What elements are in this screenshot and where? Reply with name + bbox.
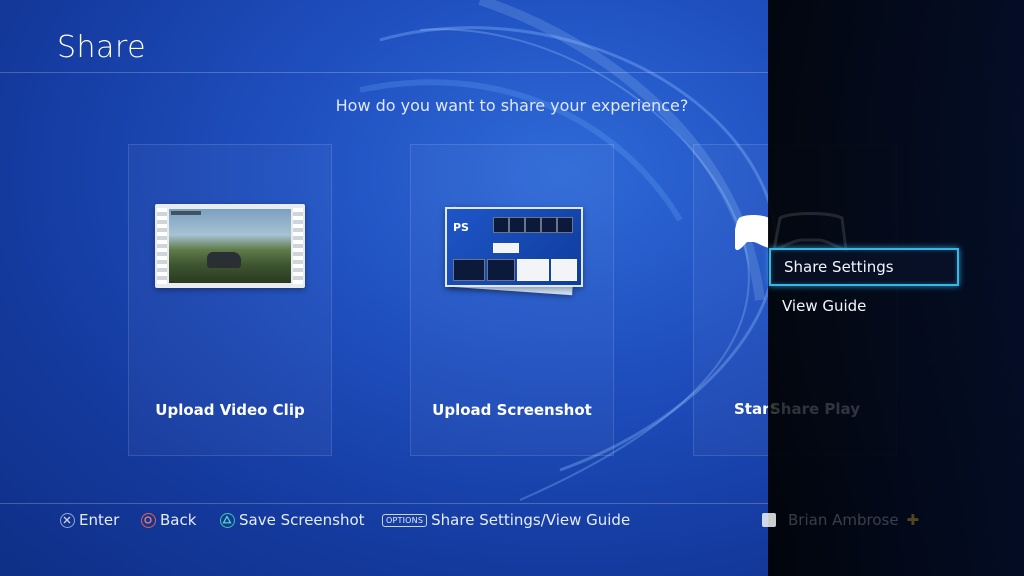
menu-item-view-guide[interactable]: View Guide [769, 287, 959, 325]
hint-enter-label: Enter [79, 511, 120, 529]
hint-options-label: Share Settings/View Guide [431, 511, 631, 529]
video-frame [169, 209, 291, 283]
triangle-button-icon [220, 512, 235, 528]
upload-screenshot-card[interactable]: PS Upload Screenshot [410, 144, 614, 456]
playstation-logo-icon: PS [453, 221, 469, 234]
film-perforation-right [293, 208, 303, 284]
car-graphic [207, 252, 241, 268]
user-info: Brian Ambrose ✚ [762, 510, 919, 530]
hint-save-screenshot-label: Save Screenshot [239, 511, 365, 529]
page-title: Share [57, 30, 147, 65]
hint-back: Back [141, 510, 196, 530]
video-hud [171, 211, 201, 215]
video-clip-thumbnail [155, 204, 305, 288]
options-button-icon: OPTIONS [382, 513, 428, 527]
header-divider [0, 72, 768, 73]
screenshot-thumbnail: PS [445, 207, 583, 287]
controller-icon [735, 215, 769, 251]
user-name: Brian Ambrose [788, 511, 899, 529]
user-avatar-icon [762, 513, 776, 527]
hint-back-label: Back [160, 511, 197, 529]
circle-button-icon [141, 512, 156, 528]
cross-button-icon [60, 512, 75, 528]
menu-item-share-settings[interactable]: Share Settings [769, 248, 959, 286]
hint-options: OPTIONS Share Settings/View Guide [382, 510, 630, 530]
hint-enter: Enter [60, 510, 119, 530]
share-play-label-dimmed: Share Play [770, 400, 860, 418]
footer-divider [0, 503, 768, 504]
film-perforation-left [157, 208, 167, 284]
playstation-plus-icon: ✚ [906, 511, 920, 529]
upload-screenshot-label: Upload Screenshot [432, 401, 592, 419]
upload-video-clip-card[interactable]: Upload Video Clip [128, 144, 332, 456]
upload-video-clip-label: Upload Video Clip [155, 401, 305, 419]
hint-save-screenshot: Save Screenshot [220, 510, 365, 530]
